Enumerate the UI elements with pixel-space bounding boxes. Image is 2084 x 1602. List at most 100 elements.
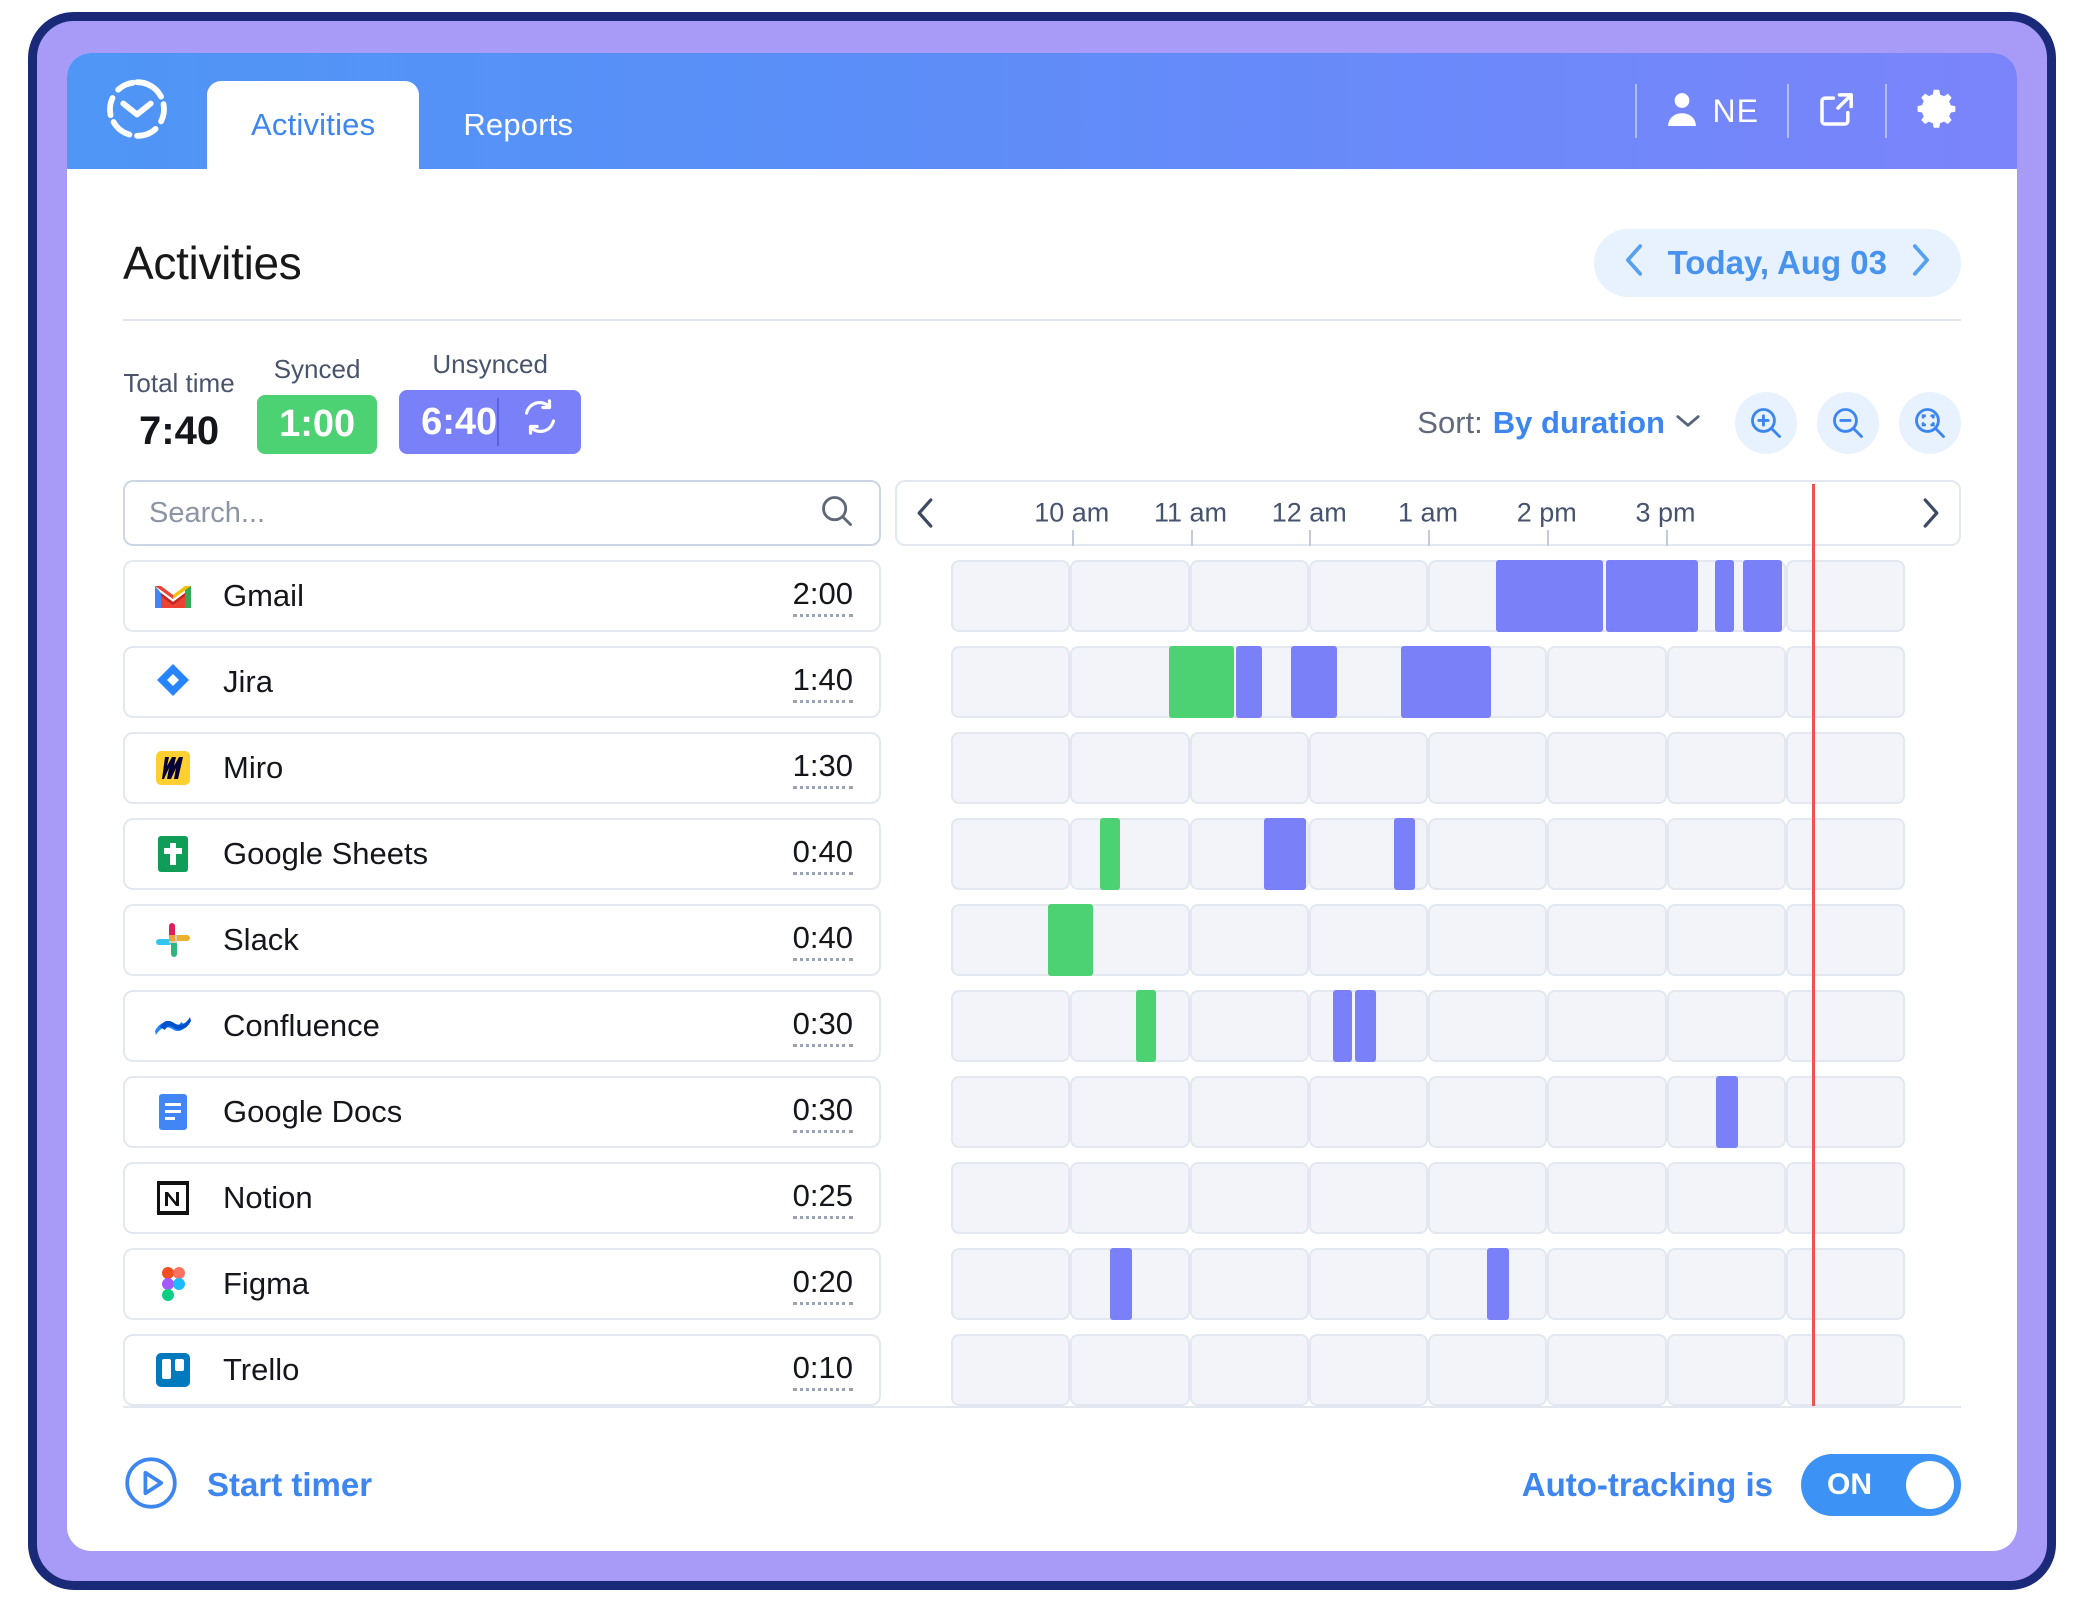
timeline-segment-unsynced[interactable] (1606, 560, 1698, 632)
timeline-slot (1308, 904, 1428, 976)
table-row[interactable]: Notion 0:25 (123, 1162, 1961, 1234)
sync-button[interactable] (497, 398, 581, 446)
activity-row-google-docs[interactable]: Google Docs 0:30 (123, 1076, 881, 1148)
activity-row-miro[interactable]: Miro 1:30 (123, 732, 881, 804)
activity-duration[interactable]: 2:00 (792, 576, 853, 617)
timeline-segment-unsynced[interactable] (1355, 990, 1377, 1062)
timeline-next-button[interactable] (1903, 482, 1959, 544)
timeline-slot (1785, 1248, 1905, 1320)
timeline-segment-synced[interactable] (1168, 646, 1235, 718)
activity-duration[interactable]: 0:10 (792, 1350, 853, 1391)
timeline-segment-unsynced[interactable] (1495, 560, 1603, 632)
timeline-slot (1666, 904, 1786, 976)
date-prev-button[interactable] (1622, 243, 1646, 283)
timeline-slot (1666, 818, 1786, 890)
search-box[interactable] (123, 480, 881, 546)
timeline-segment-unsynced[interactable] (1715, 560, 1735, 632)
activity-duration[interactable]: 0:40 (792, 920, 853, 961)
timeline-segment-unsynced[interactable] (1263, 818, 1306, 890)
timeline-slot (1547, 1162, 1667, 1234)
table-row[interactable]: Confluence 0:30 (123, 990, 1961, 1062)
app-logo (67, 53, 207, 169)
activity-name: Confluence (223, 1008, 380, 1043)
stat-unsynced-label: Unsynced (432, 349, 548, 379)
user-account-button[interactable]: NE (1641, 90, 1783, 133)
auto-tracking-control: Auto-tracking is ON (1522, 1454, 1961, 1516)
activity-row-notion[interactable]: Notion 0:25 (123, 1162, 881, 1234)
activity-track[interactable] (895, 560, 1961, 632)
table-row[interactable]: Google Docs 0:30 (123, 1076, 1961, 1148)
activity-duration[interactable]: 0:30 (792, 1006, 853, 1047)
activity-row-confluence[interactable]: Confluence 0:30 (123, 990, 881, 1062)
timeline-slot (1785, 1334, 1905, 1406)
table-row[interactable]: Trello 0:10 (123, 1334, 1961, 1406)
zoom-fit-button[interactable] (1899, 392, 1961, 454)
activity-track[interactable] (895, 1076, 1961, 1148)
activity-duration[interactable]: 0:20 (792, 1264, 853, 1305)
sort-prefix-label: Sort: (1417, 405, 1483, 440)
timeline-slot (1785, 560, 1905, 632)
activity-row-figma[interactable]: Figma 0:20 (123, 1248, 881, 1320)
table-row[interactable]: Google Sheets 0:40 (123, 818, 1961, 890)
timeline-segment-unsynced[interactable] (1110, 1248, 1133, 1320)
start-timer-button[interactable]: Start timer (123, 1455, 372, 1516)
timeline-slot (1428, 818, 1548, 890)
activity-duration[interactable]: 0:40 (792, 834, 853, 875)
table-row[interactable]: Figma 0:20 (123, 1248, 1961, 1320)
activity-row-google-sheets[interactable]: Google Sheets 0:40 (123, 818, 881, 890)
timeline-slot (951, 646, 1071, 718)
timeline-segment-unsynced[interactable] (1401, 646, 1491, 718)
activity-track[interactable] (895, 1162, 1961, 1234)
tab-reports[interactable]: Reports (419, 81, 617, 169)
activity-row-jira[interactable]: Jira 1:40 (123, 646, 881, 718)
timeline-segment-unsynced[interactable] (1332, 990, 1352, 1062)
zoom-out-button[interactable] (1817, 392, 1879, 454)
timeline-segment-unsynced[interactable] (1716, 1076, 1739, 1148)
timeline-slot (1547, 818, 1667, 890)
activity-row-slack[interactable]: Slack 0:40 (123, 904, 881, 976)
search-input[interactable] (149, 496, 819, 530)
activity-track[interactable] (895, 732, 1961, 804)
timeline-tick-label: 3 pm (1635, 497, 1696, 528)
timeline-segment-unsynced[interactable] (1393, 818, 1415, 890)
zoom-in-button[interactable] (1735, 392, 1797, 454)
settings-button[interactable] (1891, 87, 1983, 136)
track-inner (951, 818, 1905, 890)
timeline-segment-unsynced[interactable] (1742, 560, 1782, 632)
timeline-slot (1785, 990, 1905, 1062)
table-row[interactable]: Miro 1:30 (123, 732, 1961, 804)
search-icon[interactable] (819, 493, 855, 534)
activity-duration[interactable]: 1:40 (792, 662, 853, 703)
timeline-slot (1070, 560, 1190, 632)
timeline-segment-unsynced[interactable] (1236, 646, 1262, 718)
date-navigator[interactable]: Today, Aug 03 (1593, 229, 1961, 297)
activity-duration[interactable]: 1:30 (792, 748, 853, 789)
timeline-segment-unsynced[interactable] (1290, 646, 1338, 718)
activity-track[interactable] (895, 1334, 1961, 1406)
tab-activities[interactable]: Activities (207, 81, 420, 169)
share-button[interactable] (1793, 89, 1881, 134)
timeline-slot (1547, 1076, 1667, 1148)
activity-duration[interactable]: 0:25 (792, 1178, 853, 1219)
date-next-button[interactable] (1909, 243, 1933, 283)
timeline-segment-synced[interactable] (1048, 904, 1094, 976)
activity-track[interactable] (895, 990, 1961, 1062)
sort-dropdown[interactable]: Sort: By duration (1417, 405, 1701, 441)
activity-track[interactable] (895, 818, 1961, 890)
timeline-segment-synced[interactable] (1099, 818, 1120, 890)
auto-tracking-toggle[interactable]: ON (1801, 1454, 1961, 1516)
timeline-segment-synced[interactable] (1136, 990, 1157, 1062)
timeline-prev-button[interactable] (897, 482, 953, 544)
activity-duration[interactable]: 0:30 (792, 1092, 853, 1133)
activity-track[interactable] (895, 1248, 1961, 1320)
activity-row-gmail[interactable]: Gmail 2:00 (123, 560, 881, 632)
table-row[interactable]: Jira 1:40 (123, 646, 1961, 718)
activity-track[interactable] (895, 904, 1961, 976)
activity-track[interactable] (895, 646, 1961, 718)
table-row[interactable]: Slack 0:40 (123, 904, 1961, 976)
timeline-segment-unsynced[interactable] (1487, 1248, 1510, 1320)
timeline-slot (1308, 1334, 1428, 1406)
table-row[interactable]: Gmail 2:00 (123, 560, 1961, 632)
start-timer-label: Start timer (207, 1466, 373, 1503)
activity-row-trello[interactable]: Trello 0:10 (123, 1334, 881, 1406)
